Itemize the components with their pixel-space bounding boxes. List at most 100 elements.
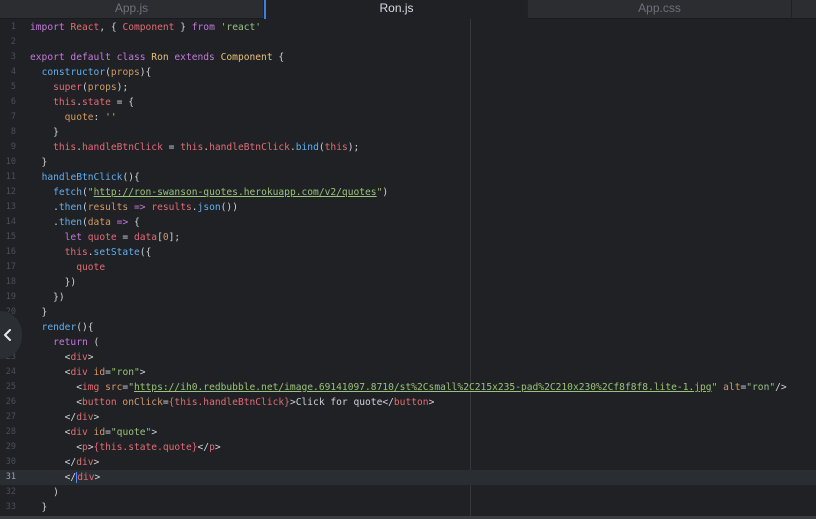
code-token: } [30, 502, 48, 513]
code-token: props [87, 82, 117, 93]
line-number: 14 [5, 217, 16, 227]
line-number: 15 [5, 232, 16, 242]
code-line[interactable]: 4 constructor(props){ [0, 65, 816, 80]
line-number: 24 [5, 367, 16, 377]
code-line[interactable]: 13 .then(results => results.json()) [0, 200, 816, 215]
line-number: 26 [5, 397, 16, 407]
code-token: }) [30, 277, 77, 288]
code-token: id [93, 427, 106, 438]
code-line[interactable]: 33 } [0, 500, 816, 515]
code-token: > [93, 457, 100, 468]
code-line[interactable]: 23 <div> [0, 350, 816, 365]
code-token: , { [99, 22, 123, 33]
line-number: 13 [5, 202, 16, 212]
code-line[interactable]: 24 <div id="ron"> [0, 365, 816, 380]
line-number: 6 [10, 97, 16, 107]
tab-ron-js[interactable]: Ron.js [264, 0, 528, 19]
code-token: {this.handleBtnClick} [168, 397, 290, 408]
tab-app-js[interactable]: App.js [0, 0, 264, 19]
tab-bar-empty [792, 0, 816, 19]
code-token: bind [295, 142, 319, 153]
code-token: < [30, 352, 71, 363]
code-line[interactable]: 21 render(){ [0, 320, 816, 335]
code-token: div [70, 427, 94, 438]
code-editor[interactable]: 1 import React, { Component } from 'react… [0, 19, 816, 519]
code-line[interactable]: 2 [0, 35, 816, 50]
line-number: 31 [5, 472, 16, 482]
code-token: ()) [220, 202, 238, 213]
code-line[interactable]: 32 ) [0, 485, 816, 500]
code-line[interactable]: 18 }) [0, 275, 816, 290]
code-token: extends [174, 52, 221, 63]
code-line[interactable]: 6 this.state = { [0, 95, 816, 110]
code-line[interactable]: 7 quote: '' [0, 110, 816, 125]
code-line[interactable]: 11 handleBtnClick(){ [0, 170, 816, 185]
line-number: 30 [5, 457, 16, 467]
code-token: then [58, 217, 82, 228]
code-token: 'react' [220, 22, 262, 33]
code-token: onClick [122, 397, 163, 408]
code-token: handleBtnClick [209, 142, 290, 153]
code-token: React [70, 22, 100, 33]
line-number: 19 [5, 292, 16, 302]
code-line[interactable]: 22 return ( [0, 335, 816, 350]
line-number: 17 [5, 262, 16, 272]
code-line[interactable]: 12 fetch("http://ron-swanson-quotes.hero… [0, 185, 816, 200]
code-line[interactable]: 25 <img src="https://ih0.redbubble.net/i… [0, 380, 816, 395]
code-token: => [116, 217, 134, 228]
code-token: quote [87, 232, 117, 243]
code-token: { [272, 52, 285, 63]
code-line[interactable]: 29 <p>{this.state.quote}</p> [0, 440, 816, 455]
code-token: import [30, 22, 71, 33]
code-line[interactable]: 28 <div id="quote"> [0, 425, 816, 440]
code-token: let [64, 232, 88, 243]
code-token: Ron [151, 52, 175, 63]
code-token: div [76, 412, 94, 423]
line-number: 28 [5, 427, 16, 437]
tab-app-css[interactable]: App.css [528, 0, 792, 19]
line-number: 2 [10, 37, 16, 47]
code-text: <div id="quote"> [30, 425, 157, 440]
code-text: quote [30, 260, 105, 275]
code-line[interactable]: 1 import React, { Component } from 'react… [0, 20, 816, 35]
code-line[interactable]: 30 </div> [0, 455, 816, 470]
code-token: from [191, 22, 221, 33]
code-token: results [151, 202, 192, 213]
code-token: handleBtnClick [41, 172, 123, 183]
code-line[interactable]: 10 } [0, 155, 816, 170]
code-line[interactable]: 5 super(props); [0, 80, 816, 95]
code-token: json [197, 202, 221, 213]
line-number: 3 [10, 52, 16, 62]
code-line[interactable]: 20 } [0, 305, 816, 320]
line-number: 25 [5, 382, 16, 392]
code-token: super [53, 82, 82, 93]
code-token: > [151, 427, 158, 438]
code-line[interactable]: 3 export default class Ron extends Compon… [0, 50, 816, 65]
line-number: 18 [5, 277, 16, 287]
line-number: 1 [10, 22, 16, 32]
code-line[interactable]: 14 .then(data => { [0, 215, 816, 230]
code-token: < [30, 442, 82, 453]
code-text: <p>{this.state.quote}</p> [30, 440, 220, 455]
code-line[interactable]: 27 </div> [0, 410, 816, 425]
code-token: > [94, 472, 101, 483]
code-line[interactable]: 19 }) [0, 290, 816, 305]
code-line[interactable]: 16 this.setState({ [0, 245, 816, 260]
code-line[interactable]: 8 } [0, 125, 816, 140]
code-line[interactable]: 17 quote [0, 260, 816, 275]
code-line[interactable]: 9 this.handleBtnClick = this.handleBtnCl… [0, 140, 816, 155]
code-token: img [81, 382, 106, 393]
code-line[interactable]: 26 <button onClick={this.handleBtnClick}… [0, 395, 816, 410]
code-token: </ [30, 412, 77, 423]
code-text: import React, { Component } from 'react' [30, 20, 261, 35]
code-line[interactable]: 15 let quote = data[0]; [0, 230, 816, 245]
code-line[interactable]: 31 </div> [0, 470, 816, 485]
code-text: handleBtnClick(){ [30, 170, 140, 185]
code-text: } [30, 305, 48, 320]
code-token: div [76, 457, 94, 468]
